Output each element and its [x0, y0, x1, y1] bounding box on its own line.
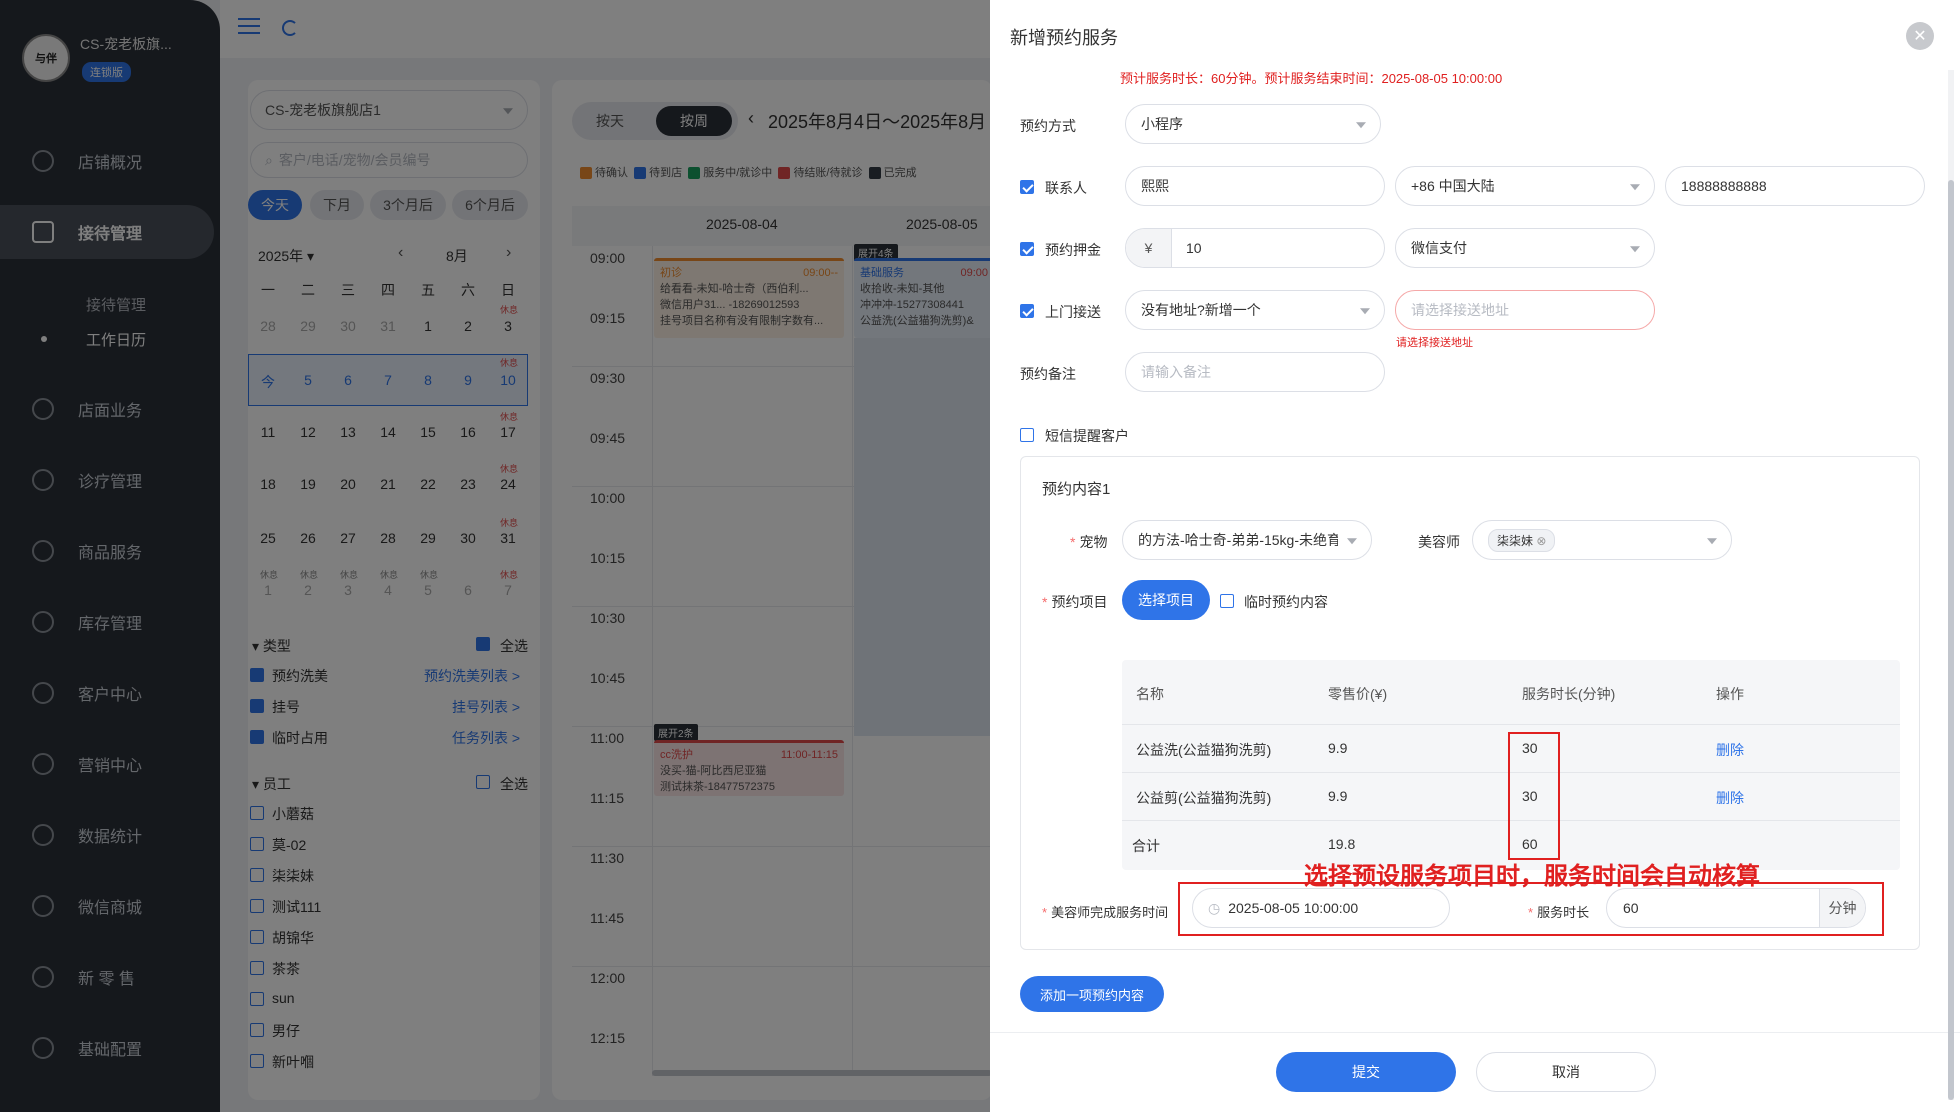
deposit-checkbox[interactable]	[1020, 242, 1034, 256]
deposit-value: 10	[1186, 240, 1202, 256]
pickup-address-input[interactable]: 请选择接送地址	[1395, 290, 1655, 330]
table-total-label: 合计	[1132, 838, 1160, 854]
annotation-box	[1508, 732, 1560, 860]
groomer-tag: 柒柒妹 ⊗	[1488, 528, 1556, 552]
pet-label: * 宠物	[1070, 534, 1108, 550]
pickup-select[interactable]: 没有地址?新增一个	[1125, 290, 1385, 330]
region-select[interactable]: +86 中国大陆	[1395, 166, 1655, 206]
chevron-down-icon	[1630, 184, 1640, 191]
table-total-price: 19.8	[1328, 836, 1356, 852]
close-icon[interactable]: ✕	[1906, 22, 1934, 50]
content-title: 预约内容1	[1042, 481, 1111, 498]
new-appointment-drawer: 新增预约服务 ✕ 预计服务时长：60分钟。预计服务结束时间：2025-08-05…	[990, 0, 1960, 1112]
chevron-down-icon	[1347, 538, 1357, 545]
add-content-button[interactable]: 添加一项预约内容	[1020, 976, 1164, 1012]
phone-input[interactable]: 18888888888	[1665, 166, 1925, 206]
deposit-input[interactable]: ¥ 10	[1125, 228, 1385, 268]
submit-button[interactable]: 提交	[1276, 1052, 1456, 1092]
table-divider	[1122, 724, 1900, 725]
method-select[interactable]: 小程序	[1125, 104, 1381, 144]
remark-label: 预约备注	[1020, 366, 1076, 382]
pickup-label: 上门接送	[1045, 304, 1101, 320]
pickup-error: 请选择接送地址	[1396, 337, 1473, 349]
temp-content-checkbox[interactable]	[1220, 594, 1234, 608]
table-header: 名称	[1136, 686, 1164, 702]
project-label: * 预约项目	[1042, 594, 1108, 610]
pickup-checkbox[interactable]	[1020, 304, 1034, 318]
method-label: 预约方式	[1020, 118, 1076, 134]
remark-input[interactable]: 请输入备注	[1125, 352, 1385, 392]
chevron-down-icon	[1630, 246, 1640, 253]
deposit-label: 预约押金	[1045, 242, 1101, 258]
annotation-caption: 选择预设服务项目时，服务时间会自动核算	[1304, 863, 1760, 890]
contact-name-input[interactable]: 熙熙	[1125, 166, 1385, 206]
contact-label: 联系人	[1045, 180, 1087, 196]
table-cell-name: 公益剪(公益猫狗洗剪)	[1136, 790, 1272, 806]
drawer-title: 新增预约服务	[1010, 28, 1118, 48]
table-header: 服务时长(分钟)	[1522, 686, 1616, 702]
delete-row-link[interactable]: 删除	[1716, 788, 1744, 808]
chevron-down-icon	[1707, 538, 1717, 545]
sms-label: 短信提醒客户	[1045, 428, 1129, 444]
table-cell-name: 公益洗(公益猫狗洗剪)	[1136, 742, 1272, 758]
sms-checkbox[interactable]	[1020, 428, 1034, 442]
table-header: 操作	[1716, 686, 1744, 702]
delete-row-link[interactable]: 删除	[1716, 740, 1744, 760]
select-project-button[interactable]: 选择项目	[1122, 580, 1210, 620]
duration-notice: 预计服务时长：60分钟。预计服务结束时间：2025-08-05 10:00:00	[1120, 71, 1503, 86]
table-cell-price: 9.9	[1328, 788, 1348, 804]
groomer-label: 美容师	[1418, 534, 1460, 550]
payment-select[interactable]: 微信支付	[1395, 228, 1655, 268]
footer-divider	[990, 1032, 1960, 1033]
pet-select[interactable]: 的方法-哈士奇-弟弟-15kg-未绝育	[1122, 520, 1372, 560]
cancel-button[interactable]: 取消	[1476, 1052, 1656, 1092]
temp-content-label: 临时预约内容	[1244, 594, 1328, 610]
table-cell-price: 9.9	[1328, 740, 1348, 756]
currency-prefix: ¥	[1126, 229, 1172, 267]
drawer-scrollbar-thumb[interactable]	[1948, 180, 1954, 1100]
chevron-down-icon	[1360, 308, 1370, 315]
contact-checkbox[interactable]	[1020, 180, 1034, 194]
table-header: 零售价(¥)	[1328, 686, 1388, 702]
remove-tag-icon[interactable]: ⊗	[1536, 534, 1546, 548]
finish-time-label: * 美容师完成服务时间	[1042, 905, 1169, 920]
groomer-select[interactable]: 柒柒妹 ⊗	[1472, 520, 1732, 560]
chevron-down-icon	[1356, 122, 1366, 129]
